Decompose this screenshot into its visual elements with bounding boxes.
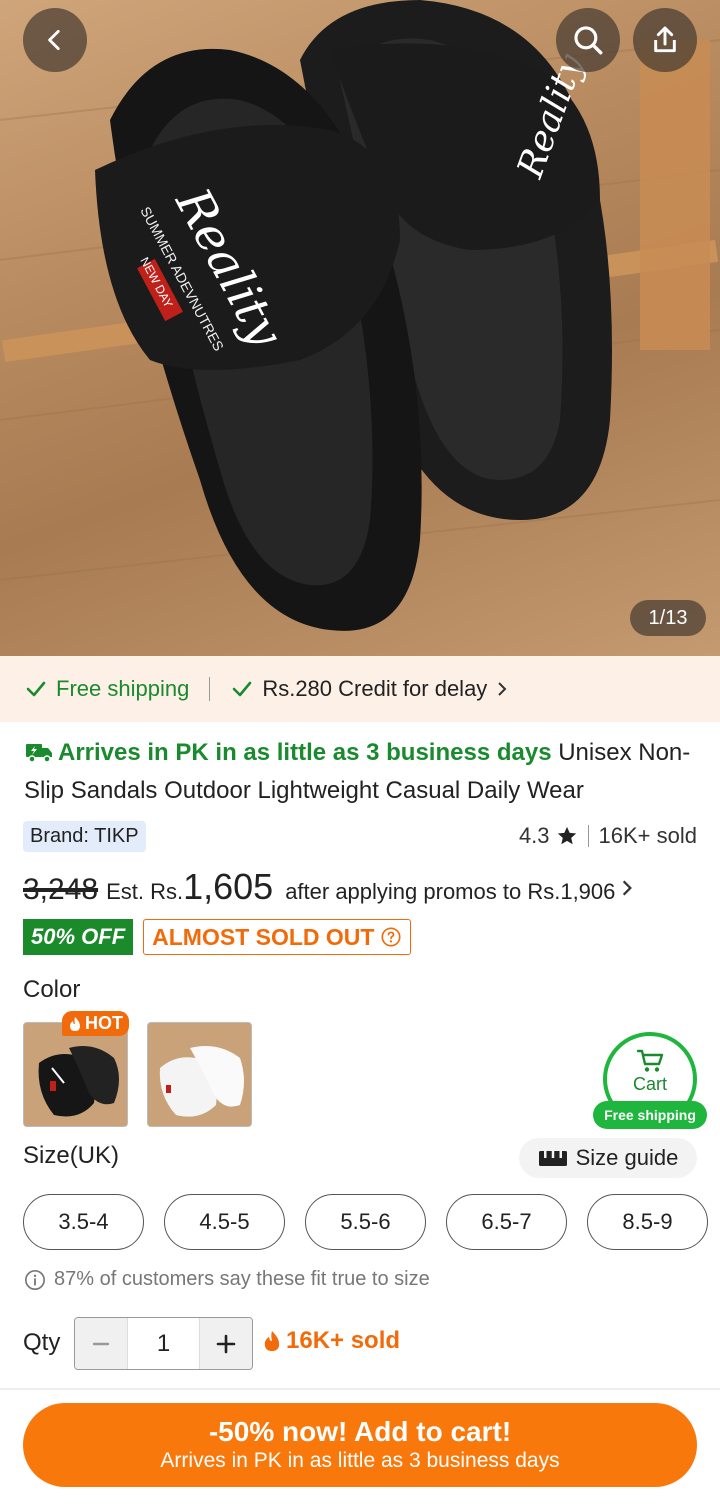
brand-rating-row: Brand: TIKP 4.3 16K+ sold	[23, 820, 697, 852]
cart-free-shipping-tag: Free shipping	[593, 1101, 707, 1129]
fast-delivery-icon	[26, 744, 52, 763]
product-title: Arrives in PK in as little as 3 business…	[24, 734, 704, 810]
rating-score: 4.3	[518, 823, 550, 848]
discount-badge: 50% OFF	[23, 919, 134, 955]
hot-text: HOT	[85, 1013, 123, 1033]
product-image[interactable]: Reality SUMMER ADEVNUTRES NEW DAY Realit…	[0, 0, 720, 656]
size-label: Size(UK)	[23, 1142, 120, 1169]
image-counter: 1/13	[630, 600, 706, 636]
color-swatch-white[interactable]	[147, 1022, 252, 1127]
price-row[interactable]: 3,248 Est. Rs. 1,605 after applying prom…	[23, 866, 703, 910]
cart-label: Cart	[632, 1074, 667, 1094]
quantity-input[interactable]: 1	[127, 1318, 200, 1369]
sold-count: 16K+ sold	[598, 823, 697, 848]
search-button[interactable]	[556, 8, 620, 72]
free-shipping-info: Free shipping	[24, 676, 189, 702]
current-price: 1,605	[183, 866, 274, 907]
free-shipping-text: Free shipping	[56, 676, 190, 701]
check-icon	[233, 681, 252, 697]
share-icon	[654, 26, 676, 53]
add-to-cart-button[interactable]: -50% now! Add to cart! Arrives in PK in …	[23, 1403, 697, 1487]
size-options: 3.5-4 4.5-5 5.5-6 6.5-7 8.5-9	[23, 1194, 708, 1250]
hot-badge: HOT	[62, 1011, 129, 1036]
color-swatch-black[interactable]	[23, 1022, 128, 1127]
qty-sold-text: 16K+ sold	[286, 1327, 401, 1354]
flame-icon	[70, 1016, 80, 1031]
promo-note: after applying promos to Rs.1,906	[285, 879, 615, 905]
fit-note: 87% of customers say these fit true to s…	[24, 1268, 430, 1291]
color-label: Color	[23, 976, 81, 1003]
badges: 50% OFF ALMOST SOLD OUT	[23, 919, 412, 955]
almost-sold-out-text: ALMOST SOLD OUT	[152, 923, 375, 950]
swatch-image	[148, 1023, 251, 1126]
help-icon	[381, 927, 402, 947]
est-label: Est. Rs.	[106, 879, 184, 904]
size-option[interactable]: 5.5-6	[305, 1194, 426, 1250]
star-icon	[557, 826, 576, 845]
divider	[587, 825, 589, 847]
plus-icon	[216, 1334, 236, 1353]
ruler-icon	[538, 1151, 567, 1166]
flame-icon	[264, 1331, 280, 1351]
product-photo: Reality SUMMER ADEVNUTRES NEW DAY Realit…	[0, 0, 720, 631]
cart-icon	[636, 1049, 664, 1072]
quantity-stepper: 1	[74, 1317, 253, 1370]
arrival-text: Arrives in PK in as little as 3 business…	[58, 739, 552, 766]
search-icon	[574, 26, 603, 55]
size-option[interactable]: 6.5-7	[446, 1194, 567, 1250]
divider	[209, 677, 211, 701]
original-price: 3,248	[23, 873, 99, 906]
divider	[0, 1388, 720, 1390]
chevron-left-icon	[48, 29, 60, 51]
size-option[interactable]: 3.5-4	[23, 1194, 144, 1250]
qty-sold-info: 16K+ sold	[262, 1327, 400, 1355]
size-guide-text: Size guide	[575, 1145, 679, 1170]
add-to-cart-subtext: Arrives in PK in as little as 3 business…	[160, 1449, 560, 1472]
promo-text: after applying promos to	[285, 879, 528, 904]
swatch-image	[24, 1023, 127, 1126]
size-guide-button[interactable]: Size guide	[519, 1138, 697, 1178]
check-icon	[26, 681, 46, 697]
chevron-right-icon	[623, 880, 633, 896]
size-option[interactable]: 8.5-9	[587, 1194, 708, 1250]
rating-summary[interactable]: 4.3 16K+ sold	[519, 823, 697, 849]
add-to-cart-label: -50% now! Add to cart!	[208, 1416, 512, 1447]
increase-button[interactable]	[200, 1318, 252, 1369]
decrease-button[interactable]	[75, 1318, 127, 1369]
fit-note-text: 87% of customers say these fit true to s…	[54, 1268, 430, 1290]
back-button[interactable]	[23, 8, 87, 72]
qty-label: Qty	[23, 1329, 61, 1356]
shipping-bar[interactable]: Free shipping Rs.280 Credit for delay	[0, 656, 720, 722]
arrival-info: Arrives in PK in as little as 3 business…	[24, 739, 558, 766]
promo-price: Rs.1,906	[527, 879, 616, 904]
almost-sold-out-badge[interactable]: ALMOST SOLD OUT	[143, 919, 412, 955]
share-button[interactable]	[633, 8, 697, 72]
delay-credit-link[interactable]: Rs.280 Credit for delay	[230, 676, 509, 702]
size-option[interactable]: 4.5-5	[164, 1194, 285, 1250]
minus-icon	[92, 1342, 110, 1345]
brand-tag[interactable]: Brand: TIKP	[23, 820, 146, 852]
delay-credit-text: Rs.280 Credit for delay	[262, 676, 488, 701]
chevron-right-icon	[498, 682, 507, 696]
info-icon	[25, 1269, 45, 1290]
